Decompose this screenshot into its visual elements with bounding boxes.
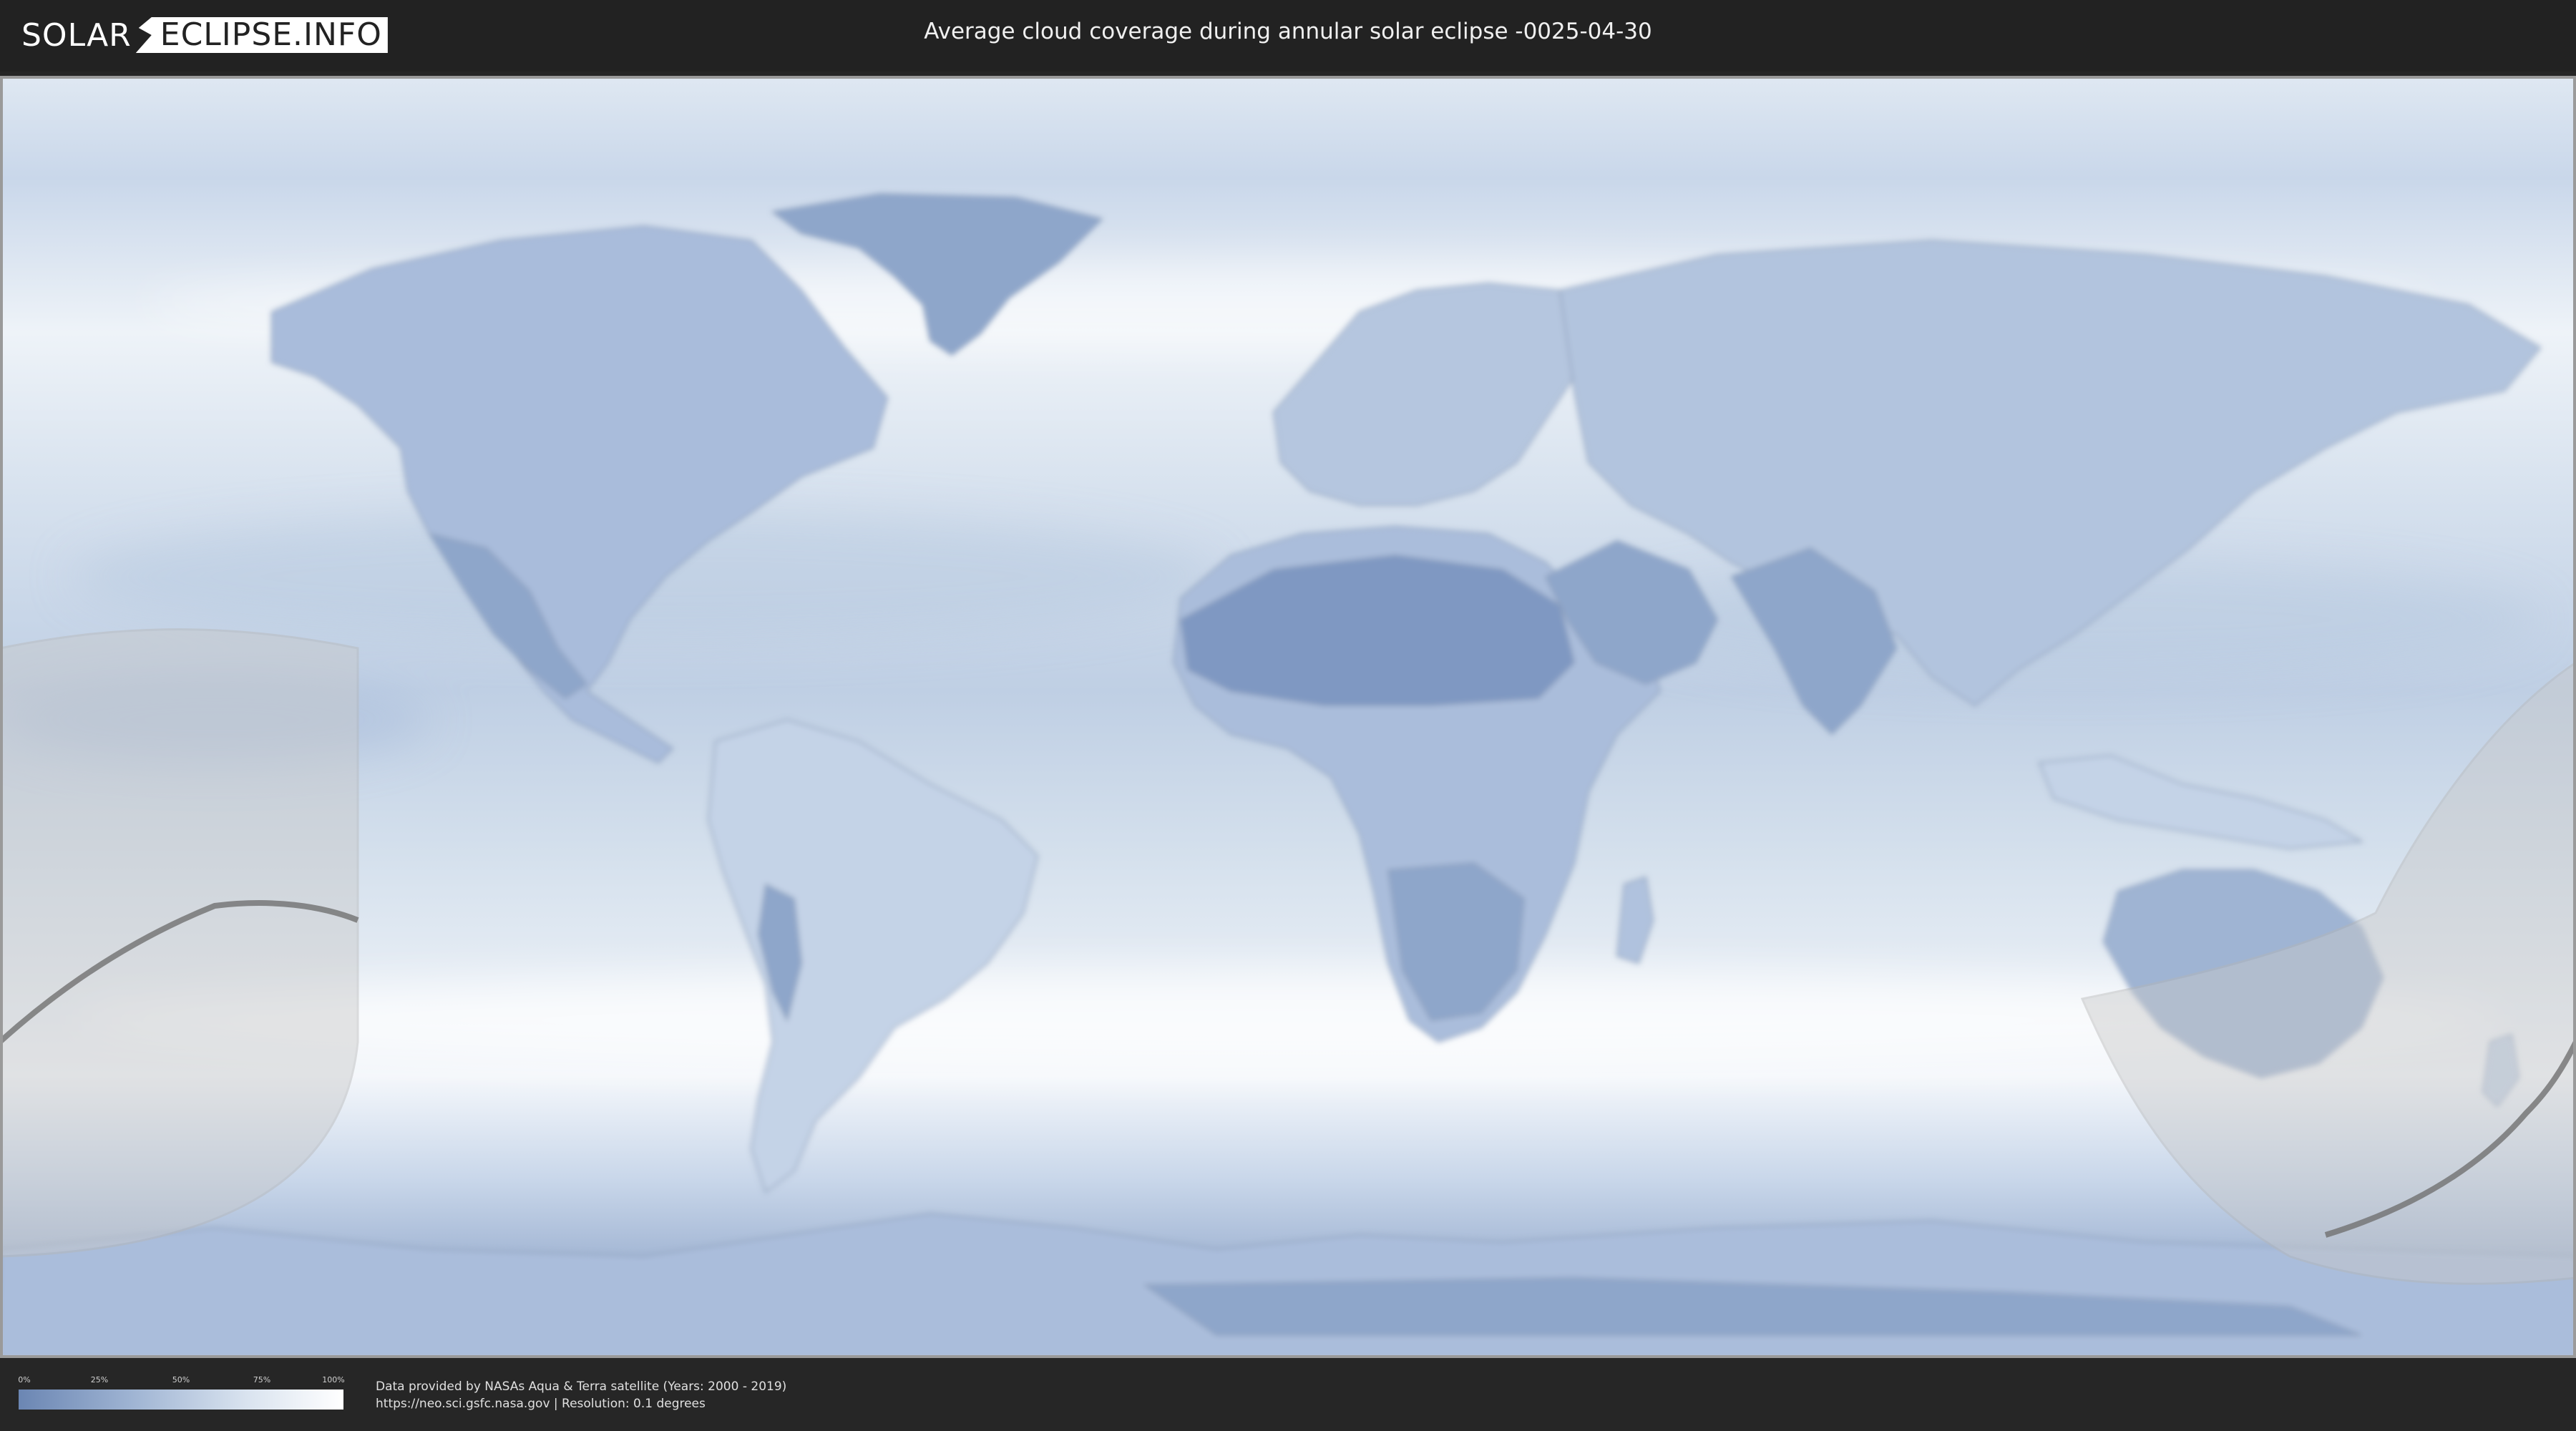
eclipse-zone-west (0, 628, 359, 1258)
legend-tick-100: 100% (322, 1375, 345, 1384)
cloud-coverage-legend: 0% 25% 50% 75% 100% (18, 1375, 345, 1412)
world-map-svg (0, 76, 2576, 1358)
page: SOLAR ECLIPSE.INFO Average cloud coverag… (0, 0, 2576, 1431)
data-credit-text: Data provided by NASAs Aqua & Terra sate… (376, 1379, 787, 1394)
source-info-text: https://neo.sci.gsfc.nasa.gov | Resoluti… (376, 1397, 706, 1411)
legend-tick-75: 75% (253, 1375, 271, 1384)
cloud-coverage-map (0, 76, 2576, 1358)
footer-bar: 0% 25% 50% 75% 100% Data provided by NAS… (0, 1358, 2576, 1431)
legend-tick-25: 25% (90, 1375, 109, 1384)
legend-ticks: 0% 25% 50% 75% 100% (18, 1375, 345, 1387)
legend-gradient-bar (19, 1390, 343, 1410)
header-bar: SOLAR ECLIPSE.INFO Average cloud coverag… (0, 0, 2576, 72)
page-title: Average cloud coverage during annular so… (924, 19, 1652, 44)
legend-tick-0: 0% (18, 1375, 31, 1384)
legend-tick-50: 50% (172, 1375, 190, 1384)
